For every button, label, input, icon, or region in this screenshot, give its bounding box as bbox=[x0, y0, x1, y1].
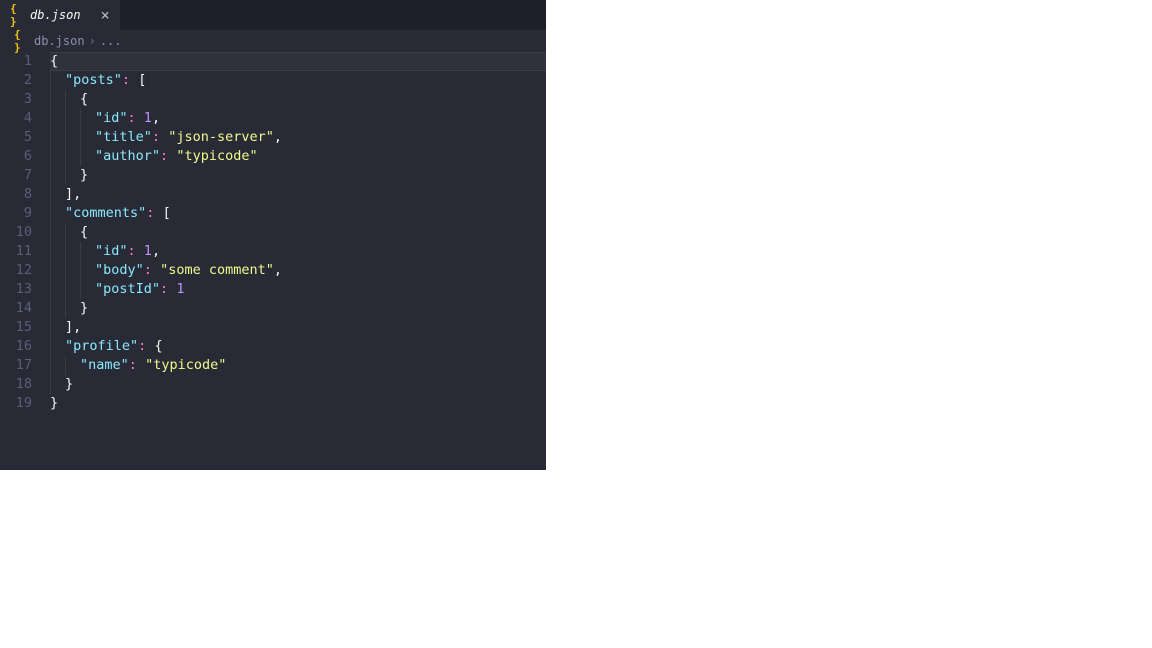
line-number: 15 bbox=[0, 318, 32, 337]
line-number: 11 bbox=[0, 242, 32, 261]
code-line: { bbox=[50, 223, 546, 242]
code-line: "postId": 1 bbox=[50, 280, 546, 299]
line-number: 16 bbox=[0, 337, 32, 356]
line-number: 17 bbox=[0, 356, 32, 375]
code-line: "posts": [ bbox=[50, 71, 546, 90]
code-line: } bbox=[50, 375, 546, 394]
code-line: "comments": [ bbox=[50, 204, 546, 223]
code-line: "body": "some comment", bbox=[50, 261, 546, 280]
code-line: } bbox=[50, 394, 546, 413]
tab-filename: db.json bbox=[30, 8, 81, 22]
breadcrumb[interactable]: { } db.json › ... bbox=[0, 30, 546, 52]
line-number: 2 bbox=[0, 71, 32, 90]
line-number: 18 bbox=[0, 375, 32, 394]
code-line: "id": 1, bbox=[50, 109, 546, 128]
code-line: } bbox=[50, 166, 546, 185]
code-line: ], bbox=[50, 318, 546, 337]
code-line: { bbox=[50, 52, 546, 71]
code-line: "title": "json-server", bbox=[50, 128, 546, 147]
line-number: 3 bbox=[0, 90, 32, 109]
line-number: 6 bbox=[0, 147, 32, 166]
json-file-icon: { } bbox=[14, 34, 28, 48]
tab-close-icon[interactable]: × bbox=[101, 8, 110, 23]
line-number: 1 bbox=[0, 52, 32, 71]
line-number-gutter: 1 2 3 4 5 6 7 8 9 10 11 12 13 14 15 16 1… bbox=[0, 52, 50, 470]
code-line: "id": 1, bbox=[50, 242, 546, 261]
chevron-right-icon: › bbox=[89, 34, 96, 48]
line-number: 8 bbox=[0, 185, 32, 204]
line-number: 7 bbox=[0, 166, 32, 185]
code-line: "name": "typicode" bbox=[50, 356, 546, 375]
breadcrumb-filename: db.json bbox=[34, 34, 85, 48]
code-line: "author": "typicode" bbox=[50, 147, 546, 166]
line-number: 14 bbox=[0, 299, 32, 318]
line-number: 4 bbox=[0, 109, 32, 128]
code-area[interactable]: 1 2 3 4 5 6 7 8 9 10 11 12 13 14 15 16 1… bbox=[0, 52, 546, 470]
line-number: 9 bbox=[0, 204, 32, 223]
line-number: 10 bbox=[0, 223, 32, 242]
code-line: } bbox=[50, 299, 546, 318]
line-number: 13 bbox=[0, 280, 32, 299]
breadcrumb-trail: ... bbox=[100, 34, 122, 48]
tab-bar: { } db.json × bbox=[0, 0, 546, 30]
json-file-icon: { } bbox=[10, 8, 24, 22]
editor-pane: { } db.json × { } db.json › ... 1 2 3 4 … bbox=[0, 0, 546, 470]
code-line: "profile": { bbox=[50, 337, 546, 356]
line-number: 12 bbox=[0, 261, 32, 280]
code-line: { bbox=[50, 90, 546, 109]
code-content[interactable]: { "posts": [ { "id": 1, "title": "json-s… bbox=[50, 52, 546, 470]
code-line: ], bbox=[50, 185, 546, 204]
line-number: 19 bbox=[0, 394, 32, 413]
tab-db-json[interactable]: { } db.json × bbox=[0, 0, 120, 30]
line-number: 5 bbox=[0, 128, 32, 147]
